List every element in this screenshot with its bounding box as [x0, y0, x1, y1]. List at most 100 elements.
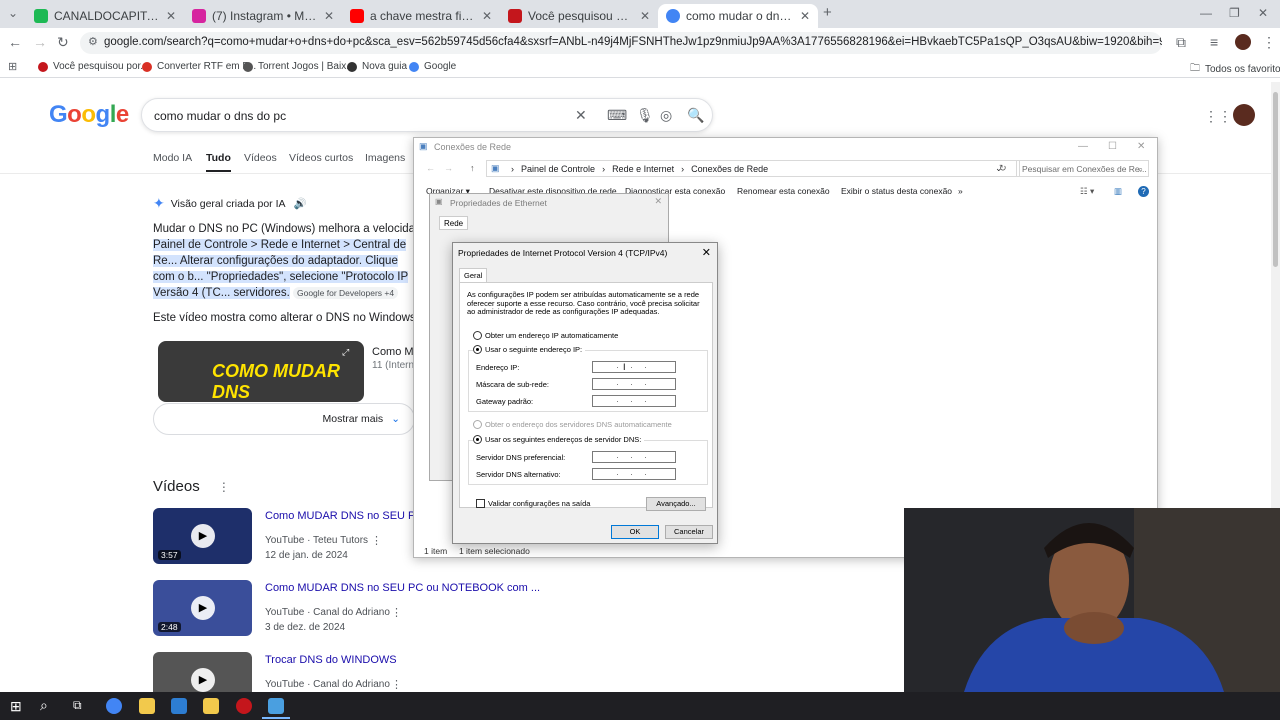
google-account-avatar[interactable] [1233, 104, 1255, 126]
ai-video-title[interactable]: Como M [372, 346, 414, 358]
more-commands[interactable]: » [958, 186, 963, 196]
close-icon[interactable]: ✕ [640, 9, 650, 23]
nav-modo-ia[interactable]: Modo IA [153, 152, 192, 164]
expand-icon[interactable]: ⤢ [342, 347, 349, 358]
video-result[interactable]: ▶ 2:48 Como MUDAR DNS no SEU PC ou NOTEB… [153, 580, 593, 640]
status-command[interactable]: Exibir o status desta conexão [841, 186, 952, 196]
validate-checkbox[interactable]: Validar configurações na saída [476, 499, 590, 508]
close-icon[interactable]: ✕ [800, 9, 810, 23]
maximize-icon[interactable]: ☐ [1108, 141, 1117, 152]
forward-icon[interactable]: → [444, 163, 453, 173]
cancel-button[interactable]: Cancelar [665, 525, 713, 539]
back-icon[interactable]: ← [426, 163, 435, 173]
site-info-icon[interactable]: ⚙ [88, 35, 98, 48]
close-icon[interactable]: ✕ [166, 9, 176, 23]
browser-tab-4[interactable]: Você pesquisou por a chave me ✕ [500, 4, 658, 28]
task-view-icon[interactable]: ⧉ [73, 698, 82, 713]
radio-auto-ip[interactable]: Obter um endereço IP automaticamente [473, 331, 618, 340]
google-logo[interactable]: Google [49, 101, 129, 129]
nav-imagens[interactable]: Imagens [365, 152, 405, 164]
tab-geral[interactable]: Geral [459, 268, 488, 282]
show-more-button[interactable]: Mostrar mais ⌄ [153, 403, 415, 435]
bookmark-item[interactable]: Google [409, 61, 456, 72]
keyboard-icon[interactable]: ⌨ [607, 107, 627, 124]
breadcrumb-item[interactable]: Painel de Controle [521, 164, 595, 174]
address-bar[interactable]: ⚙ google.com/search?q=como+mudar+o+dns+d… [80, 32, 1162, 54]
obs-icon[interactable] [236, 698, 252, 714]
browser-tab-1[interactable]: CANALDOCAPITAO Stream - W ✕ [26, 4, 184, 28]
close-icon[interactable]: ✕ [1137, 141, 1145, 152]
bookmark-item[interactable]: Nova guia [347, 61, 407, 72]
subnet-mask-field[interactable]: . . . [592, 378, 676, 390]
ok-button[interactable]: OK [611, 525, 659, 539]
close-icon[interactable]: ✕ [324, 9, 334, 23]
forward-icon[interactable]: → [33, 34, 47, 50]
all-favorites-folder[interactable]: 🗀 Todos os favoritos [1190, 61, 1280, 78]
explorer-address-bar[interactable]: ▣ › Painel de Controle › Rede e Internet ›… [486, 160, 1020, 177]
media-icon[interactable]: ≡ [1210, 34, 1218, 50]
breadcrumb-item[interactable]: Rede e Internet [612, 164, 674, 174]
source-chip[interactable]: Google for Developers +4 [292, 287, 399, 299]
profile-avatar[interactable] [1235, 34, 1251, 50]
video-thumbnail[interactable]: ▶ 2:48 [153, 580, 252, 636]
tab-search-icon[interactable]: ⌄ [8, 6, 18, 20]
gateway-field[interactable]: . . . [592, 395, 676, 407]
extensions-icon[interactable]: ⧉ [1176, 34, 1186, 50]
view-options-icon[interactable]: ☷ ▾ [1080, 186, 1094, 197]
nav-videos-curtos[interactable]: Vídeos curtos [289, 152, 353, 164]
bookmark-item[interactable]: Converter RTF em P... [142, 61, 256, 72]
windows-start-icon[interactable]: ⊞ [10, 698, 22, 715]
close-window-icon[interactable]: ✕ [1258, 6, 1268, 20]
network-settings-icon[interactable] [268, 698, 284, 714]
apps-grid-icon[interactable]: ⊞ [8, 60, 17, 73]
close-icon[interactable]: ✕ [654, 196, 662, 207]
radio-manual-ip[interactable]: Usar o seguinte endereço IP: [473, 345, 586, 354]
more-options-icon[interactable]: ⋮ [218, 480, 230, 494]
radio-manual-dns[interactable]: Usar os seguintes endereços de servidor … [473, 435, 645, 444]
nav-tudo[interactable]: Tudo [206, 152, 231, 172]
video-title[interactable]: Como MUDAR DNS no SEU PC [265, 510, 423, 522]
up-icon[interactable]: ↑ [470, 163, 475, 173]
dns-preferred-field[interactable]: . . . [592, 451, 676, 463]
browser-tab-5[interactable]: como mudar o dns do pc - Pes ✕ [658, 4, 818, 28]
more-options-icon[interactable]: ⋮ [391, 606, 402, 619]
radio-auto-dns[interactable]: Obter o endereço dos servidores DNS auto… [473, 420, 672, 429]
more-options-icon[interactable]: ⋮ [371, 534, 382, 547]
menu-icon[interactable]: ⋮ [1262, 34, 1276, 50]
more-options-icon[interactable]: ⋮ [391, 678, 402, 691]
bookmark-item[interactable]: Você pesquisou por... [38, 61, 149, 72]
dns-alternate-field[interactable]: . . . [592, 468, 676, 480]
video-title[interactable]: Trocar DNS do WINDOWS [265, 654, 397, 666]
ai-video-thumbnail[interactable]: COMO MUDAR DNS ⤢ [158, 341, 364, 402]
breadcrumb-item[interactable]: Conexões de Rede [691, 164, 768, 174]
rename-command[interactable]: Renomear esta conexão [737, 186, 830, 196]
tab-rede[interactable]: Rede [439, 216, 469, 230]
video-thumbnail[interactable]: ▶ 3:57 [153, 508, 252, 564]
preview-pane-icon[interactable]: ▥ [1114, 186, 1122, 197]
minimize-icon[interactable]: — [1078, 141, 1088, 152]
new-tab-button[interactable]: + [823, 4, 832, 21]
folder-icon[interactable] [203, 698, 219, 714]
browser-tab-2[interactable]: (7) Instagram • Mensagens ✕ [184, 4, 342, 28]
advanced-button[interactable]: Avançado... [646, 497, 706, 511]
clear-icon[interactable]: ✕ [575, 107, 587, 124]
restore-icon[interactable]: ❐ [1229, 6, 1240, 20]
search-input[interactable]: como mudar o dns do pc [154, 109, 286, 123]
video-result[interactable]: ▶ Trocar DNS do WINDOWS YouTube · Canal … [153, 652, 593, 692]
video-title[interactable]: Como MUDAR DNS no SEU PC ou NOTEBOOK com… [265, 582, 540, 594]
reload-icon[interactable]: ↻ [57, 34, 69, 50]
file-explorer-icon[interactable] [139, 698, 155, 714]
lens-icon[interactable]: ◎ [660, 107, 672, 124]
microphone-icon[interactable]: 🎙 [636, 107, 654, 124]
nav-videos[interactable]: Vídeos [244, 152, 277, 164]
search-box[interactable]: como mudar o dns do pc ✕ ⌨ 🎙 ◎ 🔍 [141, 98, 713, 132]
minimize-icon[interactable]: — [1200, 6, 1212, 20]
back-icon[interactable]: ← [8, 34, 22, 50]
close-icon[interactable]: ✕ [702, 246, 711, 259]
chrome-icon[interactable] [106, 698, 122, 714]
speaker-icon[interactable]: 🔊 [294, 197, 307, 210]
video-thumbnail[interactable]: ▶ [153, 652, 252, 692]
explorer-search-input[interactable]: Pesquisar em Conexões de Re... ⌕ [1016, 160, 1149, 177]
search-icon[interactable]: 🔍 [687, 107, 704, 124]
search-icon[interactable]: ⌕ [40, 697, 48, 714]
